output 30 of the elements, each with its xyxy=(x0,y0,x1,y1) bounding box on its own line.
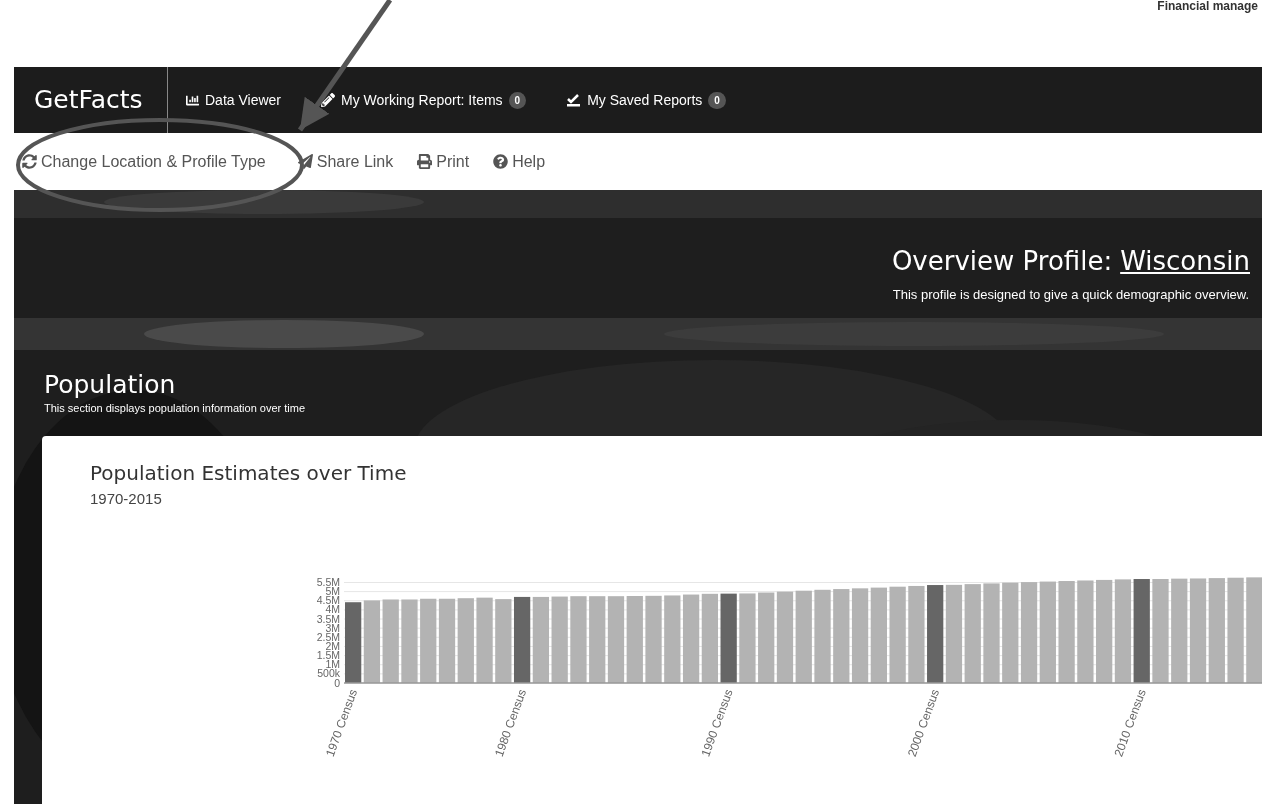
x-axis-label: 1970 Census xyxy=(322,687,361,759)
toolbar-label: Share Link xyxy=(316,151,394,172)
toolbar-link[interactable]: Change Location & Profile Type xyxy=(22,149,266,174)
toolbar-label: Print xyxy=(436,151,470,172)
x-axis-label: 1990 Census xyxy=(698,687,736,759)
header-note: Financial manage xyxy=(1157,0,1259,12)
card-title: Population Estimates over Time xyxy=(90,460,408,488)
nav-label: My Working Report: Items xyxy=(341,90,503,110)
toolbar-label: Change Location & Profile Type xyxy=(41,151,266,172)
toolbar-label: Help xyxy=(512,151,546,172)
section-subtitle: This section displays population information over time xyxy=(44,400,307,416)
toolbar-link[interactable]: Print xyxy=(417,149,470,174)
count-badge: 0 xyxy=(508,91,527,109)
y-axis-label: 4.5M xyxy=(316,594,340,606)
toolbar-link[interactable]: Help xyxy=(493,149,546,174)
profile-title: Overview Profile: xyxy=(891,245,1113,278)
nav-link[interactable]: Data Viewer xyxy=(186,89,281,111)
nav-link[interactable]: My Saved Reports 0 xyxy=(566,89,726,111)
y-axis-label: 5.5M xyxy=(316,575,340,588)
card-subtitle: 1970-2015 xyxy=(90,489,163,510)
nav-label: My Saved Reports xyxy=(587,90,703,110)
profile-subtitle: This profile is designed to give a quick demographic overview. xyxy=(892,286,1250,304)
location-link[interactable]: Wisconsin xyxy=(1120,242,1250,281)
nav-link[interactable]: My Working Report: Items 0 xyxy=(321,89,527,111)
section-title: Population xyxy=(44,368,177,400)
x-axis-label: 1980 Census xyxy=(491,687,530,759)
nav-label: Data Viewer xyxy=(205,90,281,110)
count-badge: 0 xyxy=(708,91,726,109)
toolbar-link[interactable]: Share Link xyxy=(297,149,394,174)
x-axis-label: 2000 Census xyxy=(904,687,943,759)
